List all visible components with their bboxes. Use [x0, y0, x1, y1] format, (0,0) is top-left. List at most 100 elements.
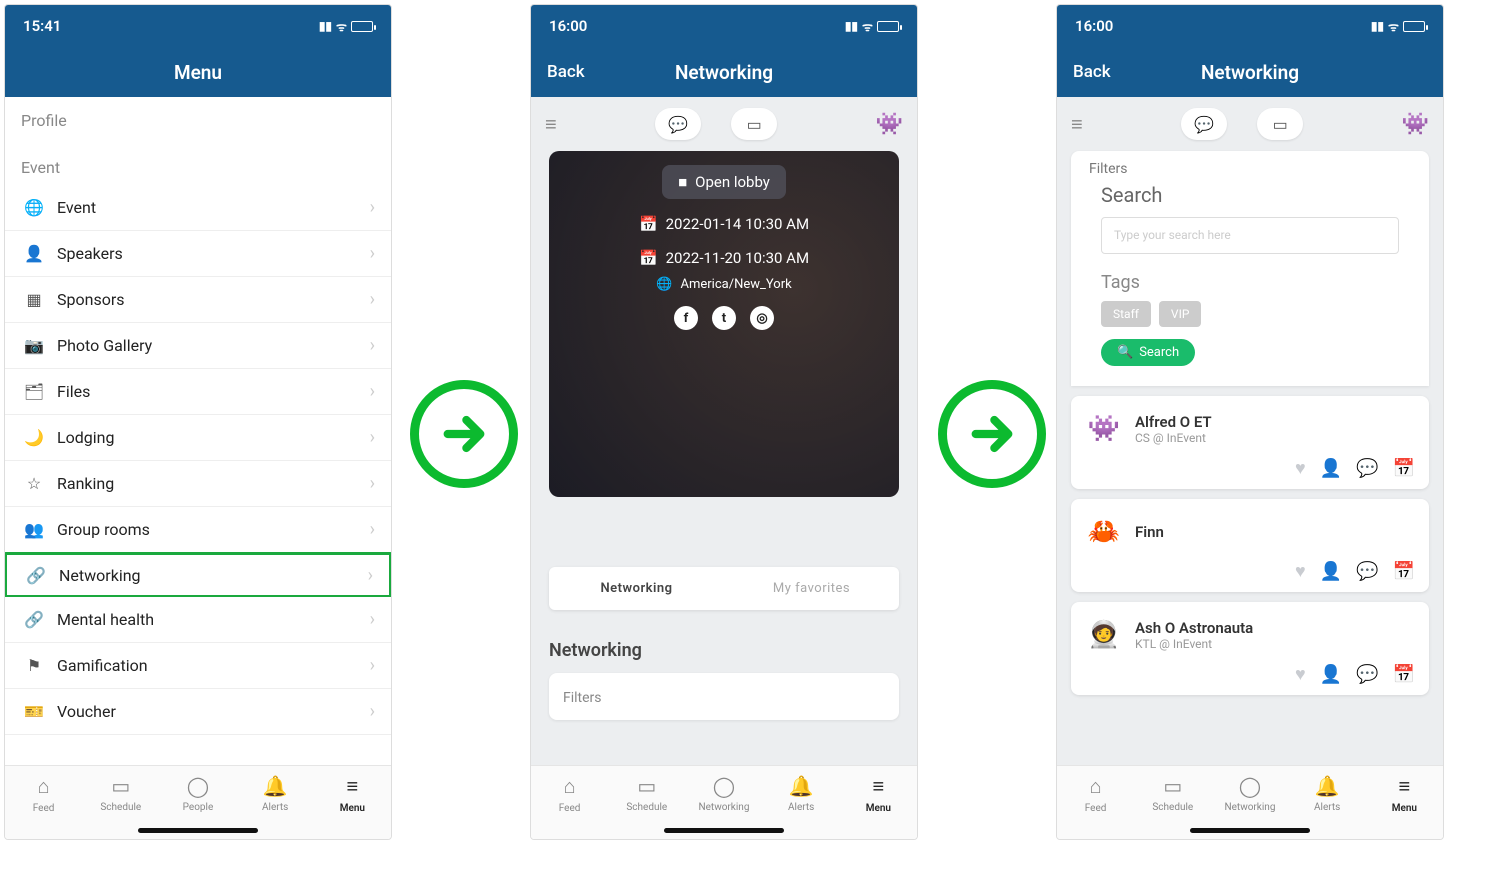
menu-item-networking[interactable]: 🔗 Networking ›: [5, 552, 391, 598]
avatar: 👾: [1085, 410, 1123, 448]
card-pill[interactable]: ▭: [1257, 108, 1303, 140]
tab-icon: 🔔: [263, 774, 288, 798]
tab-alerts[interactable]: 🔔Alerts: [245, 774, 305, 813]
chat-pill[interactable]: 💬: [655, 108, 701, 140]
tab-feed[interactable]: ⌂Feed: [14, 774, 74, 814]
facebook-icon[interactable]: f: [674, 306, 698, 330]
person-actions: ♥ 👤 💬 📅: [1085, 561, 1415, 582]
tag-vip[interactable]: VIP: [1159, 301, 1201, 327]
back-button[interactable]: Back: [1073, 62, 1111, 82]
tab-icon: ⌂: [38, 774, 50, 799]
home-indicator[interactable]: [138, 828, 258, 833]
star-icon: ☆: [21, 474, 47, 493]
calendar-icon[interactable]: 📅: [1393, 458, 1415, 479]
filters-label: Filters: [1071, 151, 1429, 183]
menu-item-files[interactable]: 🗂 Files ›: [5, 369, 391, 415]
instagram-icon[interactable]: ◎: [750, 306, 774, 330]
heart-icon[interactable]: ♥: [1295, 458, 1306, 479]
tab-label: Schedule: [626, 802, 667, 813]
tab-label: People: [183, 802, 214, 813]
files-icon: 🗂: [21, 382, 47, 401]
section-event: Event: [5, 138, 391, 185]
person-card[interactable]: 🦀 Finn ♥ 👤 💬 📅: [1071, 499, 1429, 592]
open-lobby-label: Open lobby: [695, 173, 770, 191]
event-start: 2022-01-14 10:30 AM: [666, 215, 809, 233]
menu-item-voucher[interactable]: 🎫 Voucher ›: [5, 689, 391, 735]
tag-staff[interactable]: Staff: [1101, 301, 1151, 327]
tab-schedule[interactable]: ▭Schedule: [617, 774, 677, 813]
menu-body[interactable]: Profile Event 🌐 Event ›👤 Speakers ›▦ Spo…: [5, 97, 391, 765]
calendar-icon[interactable]: 📅: [1393, 664, 1415, 685]
home-indicator[interactable]: [664, 828, 784, 833]
card-pill[interactable]: ▭: [731, 108, 777, 140]
chat-icon: 💬: [1194, 115, 1214, 134]
page-title: Networking: [1201, 61, 1299, 84]
filters-card[interactable]: Filters: [549, 673, 899, 720]
chat-icon[interactable]: 💬: [1356, 458, 1378, 479]
menu-item-lodging[interactable]: 🌙 Lodging ›: [5, 415, 391, 461]
tab-feed[interactable]: ⌂Feed: [540, 774, 600, 814]
home-indicator[interactable]: [1190, 828, 1310, 833]
chevron-right-icon: ›: [370, 519, 375, 540]
back-button[interactable]: Back: [547, 62, 585, 82]
menu-list: 🌐 Event ›👤 Speakers ›▦ Sponsors ›📷 Photo…: [5, 185, 391, 735]
tab-icon: 🔔: [1315, 774, 1340, 798]
menu-item-photo-gallery[interactable]: 📷 Photo Gallery ›: [5, 323, 391, 369]
menu-item-group-rooms[interactable]: 👥 Group rooms ›: [5, 507, 391, 553]
person-icon[interactable]: 👤: [1320, 561, 1342, 582]
calendar-icon[interactable]: 📅: [1393, 561, 1415, 582]
tab-icon: ⌂: [564, 774, 576, 799]
section-title: Networking: [549, 640, 899, 661]
search-button[interactable]: 🔍 Search: [1101, 339, 1195, 366]
person-icon[interactable]: 👤: [1320, 458, 1342, 479]
tab-alerts[interactable]: 🔔Alerts: [1297, 774, 1357, 813]
tab-alerts[interactable]: 🔔Alerts: [771, 774, 831, 813]
tab-menu[interactable]: ≡Menu: [1374, 774, 1434, 814]
chat-icon[interactable]: 💬: [1356, 561, 1378, 582]
tab-feed[interactable]: ⌂Feed: [1066, 774, 1126, 814]
segment-networking[interactable]: Networking: [549, 567, 724, 610]
person-card[interactable]: 🧑‍🚀 Ash O Astronauta KTL @ InEvent ♥ 👤 💬…: [1071, 602, 1429, 695]
networking-body[interactable]: ≡ 💬 ▭ 👾 ■ Open lobby 📅 2022-01-14 10:30 …: [531, 97, 917, 765]
tab-networking[interactable]: ◯Networking: [694, 774, 754, 813]
menu-item-ranking[interactable]: ☆ Ranking ›: [5, 461, 391, 507]
page-title: Networking: [675, 61, 773, 84]
tab-schedule[interactable]: ▭Schedule: [91, 774, 151, 813]
calendar-icon: 📅: [639, 215, 658, 233]
chat-icon[interactable]: 💬: [1356, 664, 1378, 685]
segment-favorites[interactable]: My favorites: [724, 567, 899, 610]
hamburger-icon[interactable]: ≡: [545, 112, 557, 137]
person-icon[interactable]: 👤: [1320, 664, 1342, 685]
twitter-icon[interactable]: t: [712, 306, 736, 330]
menu-item-sponsors[interactable]: ▦ Sponsors ›: [5, 277, 391, 323]
tab-people[interactable]: ◯People: [168, 774, 228, 813]
heart-icon[interactable]: ♥: [1295, 561, 1306, 582]
filters-body[interactable]: ≡ 💬 ▭ 👾 Filters Search Type your search …: [1057, 97, 1443, 765]
tab-networking[interactable]: ◯Networking: [1220, 774, 1280, 813]
heart-icon[interactable]: ♥: [1295, 664, 1306, 685]
mascot-icon[interactable]: 👾: [1402, 112, 1429, 137]
menu-item-mental-health[interactable]: 🔗 Mental health ›: [5, 597, 391, 643]
signal-icon: ▮▮: [1371, 19, 1384, 33]
battery-icon: [1403, 21, 1425, 32]
flow-arrow-1: [410, 380, 518, 488]
section-profile: Profile: [5, 97, 391, 138]
tab-label: Networking: [1224, 802, 1275, 813]
tab-menu[interactable]: ≡Menu: [322, 774, 382, 814]
ticket-icon: 🎫: [21, 702, 47, 721]
status-icons: ▮▮ ᯤ: [845, 18, 899, 35]
chat-pill[interactable]: 💬: [1181, 108, 1227, 140]
mascot-icon[interactable]: 👾: [876, 112, 903, 137]
menu-item-gamification[interactable]: ⚑ Gamification ›: [5, 643, 391, 689]
tab-icon: ◯: [713, 774, 735, 798]
open-lobby-button[interactable]: ■ Open lobby: [662, 165, 786, 199]
id-card-icon: ▭: [747, 115, 762, 134]
person-card[interactable]: 👾 Alfred O ET CS @ InEvent ♥ 👤 💬 📅: [1071, 396, 1429, 489]
search-input[interactable]: Type your search here: [1101, 217, 1399, 254]
menu-item-event[interactable]: 🌐 Event ›: [5, 185, 391, 231]
tab-menu[interactable]: ≡Menu: [848, 774, 908, 814]
people-list: 👾 Alfred O ET CS @ InEvent ♥ 👤 💬 📅 🦀 Fin…: [1057, 386, 1443, 705]
menu-item-speakers[interactable]: 👤 Speakers ›: [5, 231, 391, 277]
tab-schedule[interactable]: ▭Schedule: [1143, 774, 1203, 813]
hamburger-icon[interactable]: ≡: [1071, 112, 1083, 137]
